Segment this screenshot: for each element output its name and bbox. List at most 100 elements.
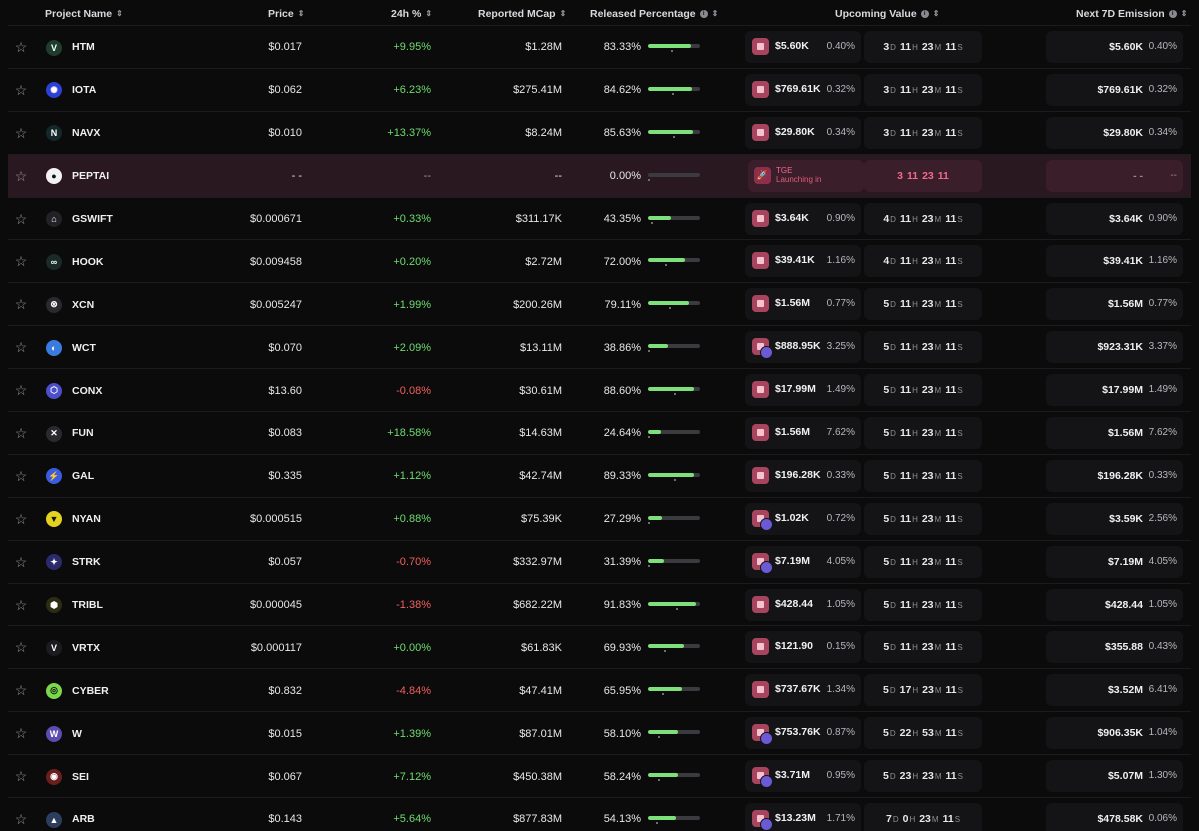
star-outline-icon[interactable]: ☆ (13, 240, 29, 283)
project-name[interactable]: SEI (72, 755, 89, 798)
next-7d-emission-card[interactable]: $769.61K 0.32% (1046, 73, 1183, 106)
project-name[interactable]: HOOK (72, 240, 104, 283)
upcoming-value-card[interactable]: $29.80K 0.34% (745, 116, 861, 149)
star-outline-icon[interactable]: ☆ (13, 669, 29, 712)
next-7d-emission-card[interactable]: $923.31K 3.37% (1046, 331, 1183, 364)
star-outline-icon[interactable]: ☆ (13, 626, 29, 669)
next-7d-emission-card[interactable]: $1.56M 0.77% (1046, 288, 1183, 321)
table-row[interactable]: ☆ ⬡ CONX $13.60 -0.08% $30.61M 88.60% $17.99M 1.… (8, 368, 1191, 411)
upcoming-value-card[interactable]: $196.28K 0.33% (745, 459, 861, 492)
next-7d-emission-card[interactable]: $29.80K 0.34% (1046, 116, 1183, 149)
table-row[interactable]: ☆ ✕ FUN $0.083 +18.58% $14.63M 24.64% $1.56M 7.6… (8, 411, 1191, 454)
table-row[interactable]: ☆ ▲ ARB $0.143 +5.64% $877.83M 54.13% $13.23M 1.… (8, 797, 1191, 831)
table-row[interactable]: ☆ ◐ WCT $0.070 +2.09% $13.11M 38.86% $888.95K 3.… (8, 325, 1191, 368)
next-7d-emission-card[interactable]: $428.44 1.05% (1046, 588, 1183, 621)
table-row[interactable]: ☆ V HTM $0.017 +9.95% $1.28M 83.33% $5.60K 0.40%… (8, 25, 1191, 68)
project-name[interactable]: IOTA (72, 69, 96, 112)
project-name[interactable]: CYBER (72, 669, 109, 712)
info-icon[interactable]: i (699, 10, 708, 18)
table-row[interactable]: ☆ ⌂ GSWIFT $0.000671 +0.33% $311.17K 43.35% $3.… (8, 196, 1191, 241)
star-outline-icon[interactable]: ☆ (13, 455, 29, 498)
star-outline-icon[interactable]: ☆ (13, 541, 29, 584)
upcoming-value-card[interactable]: $753.76K 0.87% (745, 717, 861, 750)
project-name[interactable]: XCN (72, 283, 94, 326)
header-price[interactable]: Price ⇕ (268, 0, 304, 28)
upcoming-value-card[interactable]: $17.99M 1.49% (745, 374, 861, 407)
project-name[interactable]: CONX (72, 369, 102, 412)
project-name[interactable]: FUN (72, 412, 94, 455)
project-name[interactable]: GSWIFT (72, 198, 113, 241)
upcoming-value-card[interactable]: $1.56M 0.77% (745, 288, 861, 321)
info-icon[interactable]: i (920, 10, 929, 18)
next-7d-emission-card[interactable]: $7.19M 4.05% (1046, 545, 1183, 578)
star-outline-icon[interactable]: ☆ (13, 498, 29, 541)
upcoming-value-card[interactable]: $13.23M 1.71% (745, 803, 861, 831)
project-name[interactable]: NAVX (72, 112, 100, 155)
header-project-name[interactable]: Project Name ⇕ (45, 0, 123, 28)
star-outline-icon[interactable]: ☆ (13, 326, 29, 369)
project-name[interactable]: GAL (72, 455, 94, 498)
project-name[interactable]: WCT (72, 326, 96, 369)
upcoming-value-card[interactable]: $121.90 0.15% (745, 631, 861, 664)
upcoming-value-card[interactable]: $888.95K 3.25% (745, 331, 861, 364)
next-7d-emission-card[interactable]: $3.52M 6.41% (1046, 674, 1183, 707)
upcoming-value-card[interactable]: $737.67K 1.34% (745, 674, 861, 707)
upcoming-value-card[interactable]: $1.02K 0.72% (745, 502, 861, 535)
project-name[interactable]: TRIBL (72, 584, 103, 627)
project-name[interactable]: W (72, 712, 82, 755)
next-7d-emission-card[interactable]: $3.59K 2.56% (1046, 502, 1183, 535)
table-row[interactable]: ☆ ✺ IOTA $0.062 +6.23% $275.41M 84.62% $769.61K… (8, 67, 1191, 112)
next-7d-emission-card[interactable]: $478.58K 0.06% (1046, 803, 1183, 831)
info-icon[interactable]: i (1168, 10, 1177, 18)
header-reported-mcap[interactable]: Reported MCap ⇕ (478, 0, 566, 28)
table-row[interactable]: ☆ ⊗ XCN $0.005247 +1.99% $200.26M 79.11% $1.56M… (8, 282, 1191, 325)
star-outline-icon[interactable]: ☆ (13, 155, 29, 198)
next-7d-emission-card[interactable]: $355.88 0.43% (1046, 631, 1183, 664)
project-name[interactable]: PEPTAI (72, 155, 109, 198)
next-7d-emission-card[interactable]: $196.28K 0.33% (1046, 459, 1183, 492)
upcoming-value-card[interactable]: $5.60K 0.40% (745, 31, 861, 63)
upcoming-value-card[interactable]: $428.44 1.05% (745, 588, 861, 621)
star-outline-icon[interactable]: ☆ (13, 26, 29, 69)
project-name[interactable]: STRK (72, 541, 101, 584)
star-outline-icon[interactable]: ☆ (13, 198, 29, 241)
tge-badge[interactable]: 🚀 TGE Launching in (748, 159, 864, 192)
table-row[interactable]: ☆ N NAVX $0.010 +13.37% $8.24M 85.63% $29.80K 0.… (8, 110, 1191, 155)
star-outline-icon[interactable]: ☆ (13, 755, 29, 798)
project-name[interactable]: ARB (72, 798, 95, 831)
star-outline-icon[interactable]: ☆ (13, 369, 29, 412)
upcoming-value-card[interactable]: $769.61K 0.32% (745, 73, 861, 106)
table-row[interactable]: ☆ ◉ SEI $0.067 +7.12% $450.38M 58.24% $3.71M 0.9… (8, 754, 1191, 797)
star-outline-icon[interactable]: ☆ (13, 412, 29, 455)
header-next-7d-emission[interactable]: Next 7D Emission i ⇕ (1076, 0, 1187, 28)
next-7d-emission-card[interactable]: $3.64K 0.90% (1046, 202, 1183, 235)
star-outline-icon[interactable]: ☆ (13, 584, 29, 627)
project-name[interactable]: NYAN (72, 498, 101, 541)
next-7d-emission-card[interactable]: $906.35K 1.04% (1046, 717, 1183, 750)
table-row[interactable]: ☆ ✦ STRK $0.057 -0.70% $332.97M 31.39% $7.19M 4.… (8, 539, 1191, 584)
header-released-percentage[interactable]: Released Percentage i ⇕ (590, 0, 718, 28)
upcoming-value-card[interactable]: $3.64K 0.90% (745, 202, 861, 235)
upcoming-value-card[interactable]: $39.41K 1.16% (745, 245, 861, 278)
table-row[interactable]: ☆ ∞ HOOK $0.009458 +0.20% $2.72M 72.00% $39.41K… (8, 239, 1191, 282)
header-upcoming-value[interactable]: Upcoming Value i ⇕ (835, 0, 939, 28)
header-24h-change[interactable]: 24h % ⇕ (391, 0, 432, 28)
star-outline-icon[interactable]: ☆ (13, 112, 29, 155)
upcoming-value-card[interactable]: $7.19M 4.05% (745, 545, 861, 578)
upcoming-value-card[interactable]: $3.71M 0.95% (745, 760, 861, 793)
table-row[interactable]: ☆ ◎ CYBER $0.832 -4.84% $47.41M 65.95% $737.67K… (8, 668, 1191, 711)
table-row[interactable]: ☆ ⬢ TRIBL $0.000045 -1.38% $682.22M 91.83% $428… (8, 582, 1191, 627)
next-7d-emission-card[interactable]: $17.99M 1.49% (1046, 374, 1183, 407)
project-name[interactable]: HTM (72, 26, 95, 69)
next-7d-emission-card[interactable]: $1.56M 7.62% (1046, 417, 1183, 450)
table-row[interactable]: ☆ ● PEPTAI - - -- -- 0.00% 🚀 TGE Launching in 3 11 2… (8, 153, 1191, 198)
next-7d-emission-card[interactable]: $5.07M 1.30% (1046, 760, 1183, 793)
table-row[interactable]: ☆ W W $0.015 +1.39% $87.01M 58.10% $753.76K 0.87… (8, 711, 1191, 754)
star-outline-icon[interactable]: ☆ (13, 283, 29, 326)
next-7d-emission-card[interactable]: - - -- (1046, 159, 1183, 192)
next-7d-emission-card[interactable]: $39.41K 1.16% (1046, 245, 1183, 278)
table-row[interactable]: ☆ ▼ NYAN $0.000515 +0.88% $75.39K 27.29% $1.02K… (8, 496, 1191, 541)
table-row[interactable]: ☆ ⚡ GAL $0.335 +1.12% $42.74M 89.33% $196.28K 0.… (8, 453, 1191, 498)
star-outline-icon[interactable]: ☆ (13, 712, 29, 755)
upcoming-value-card[interactable]: $1.56M 7.62% (745, 417, 861, 450)
